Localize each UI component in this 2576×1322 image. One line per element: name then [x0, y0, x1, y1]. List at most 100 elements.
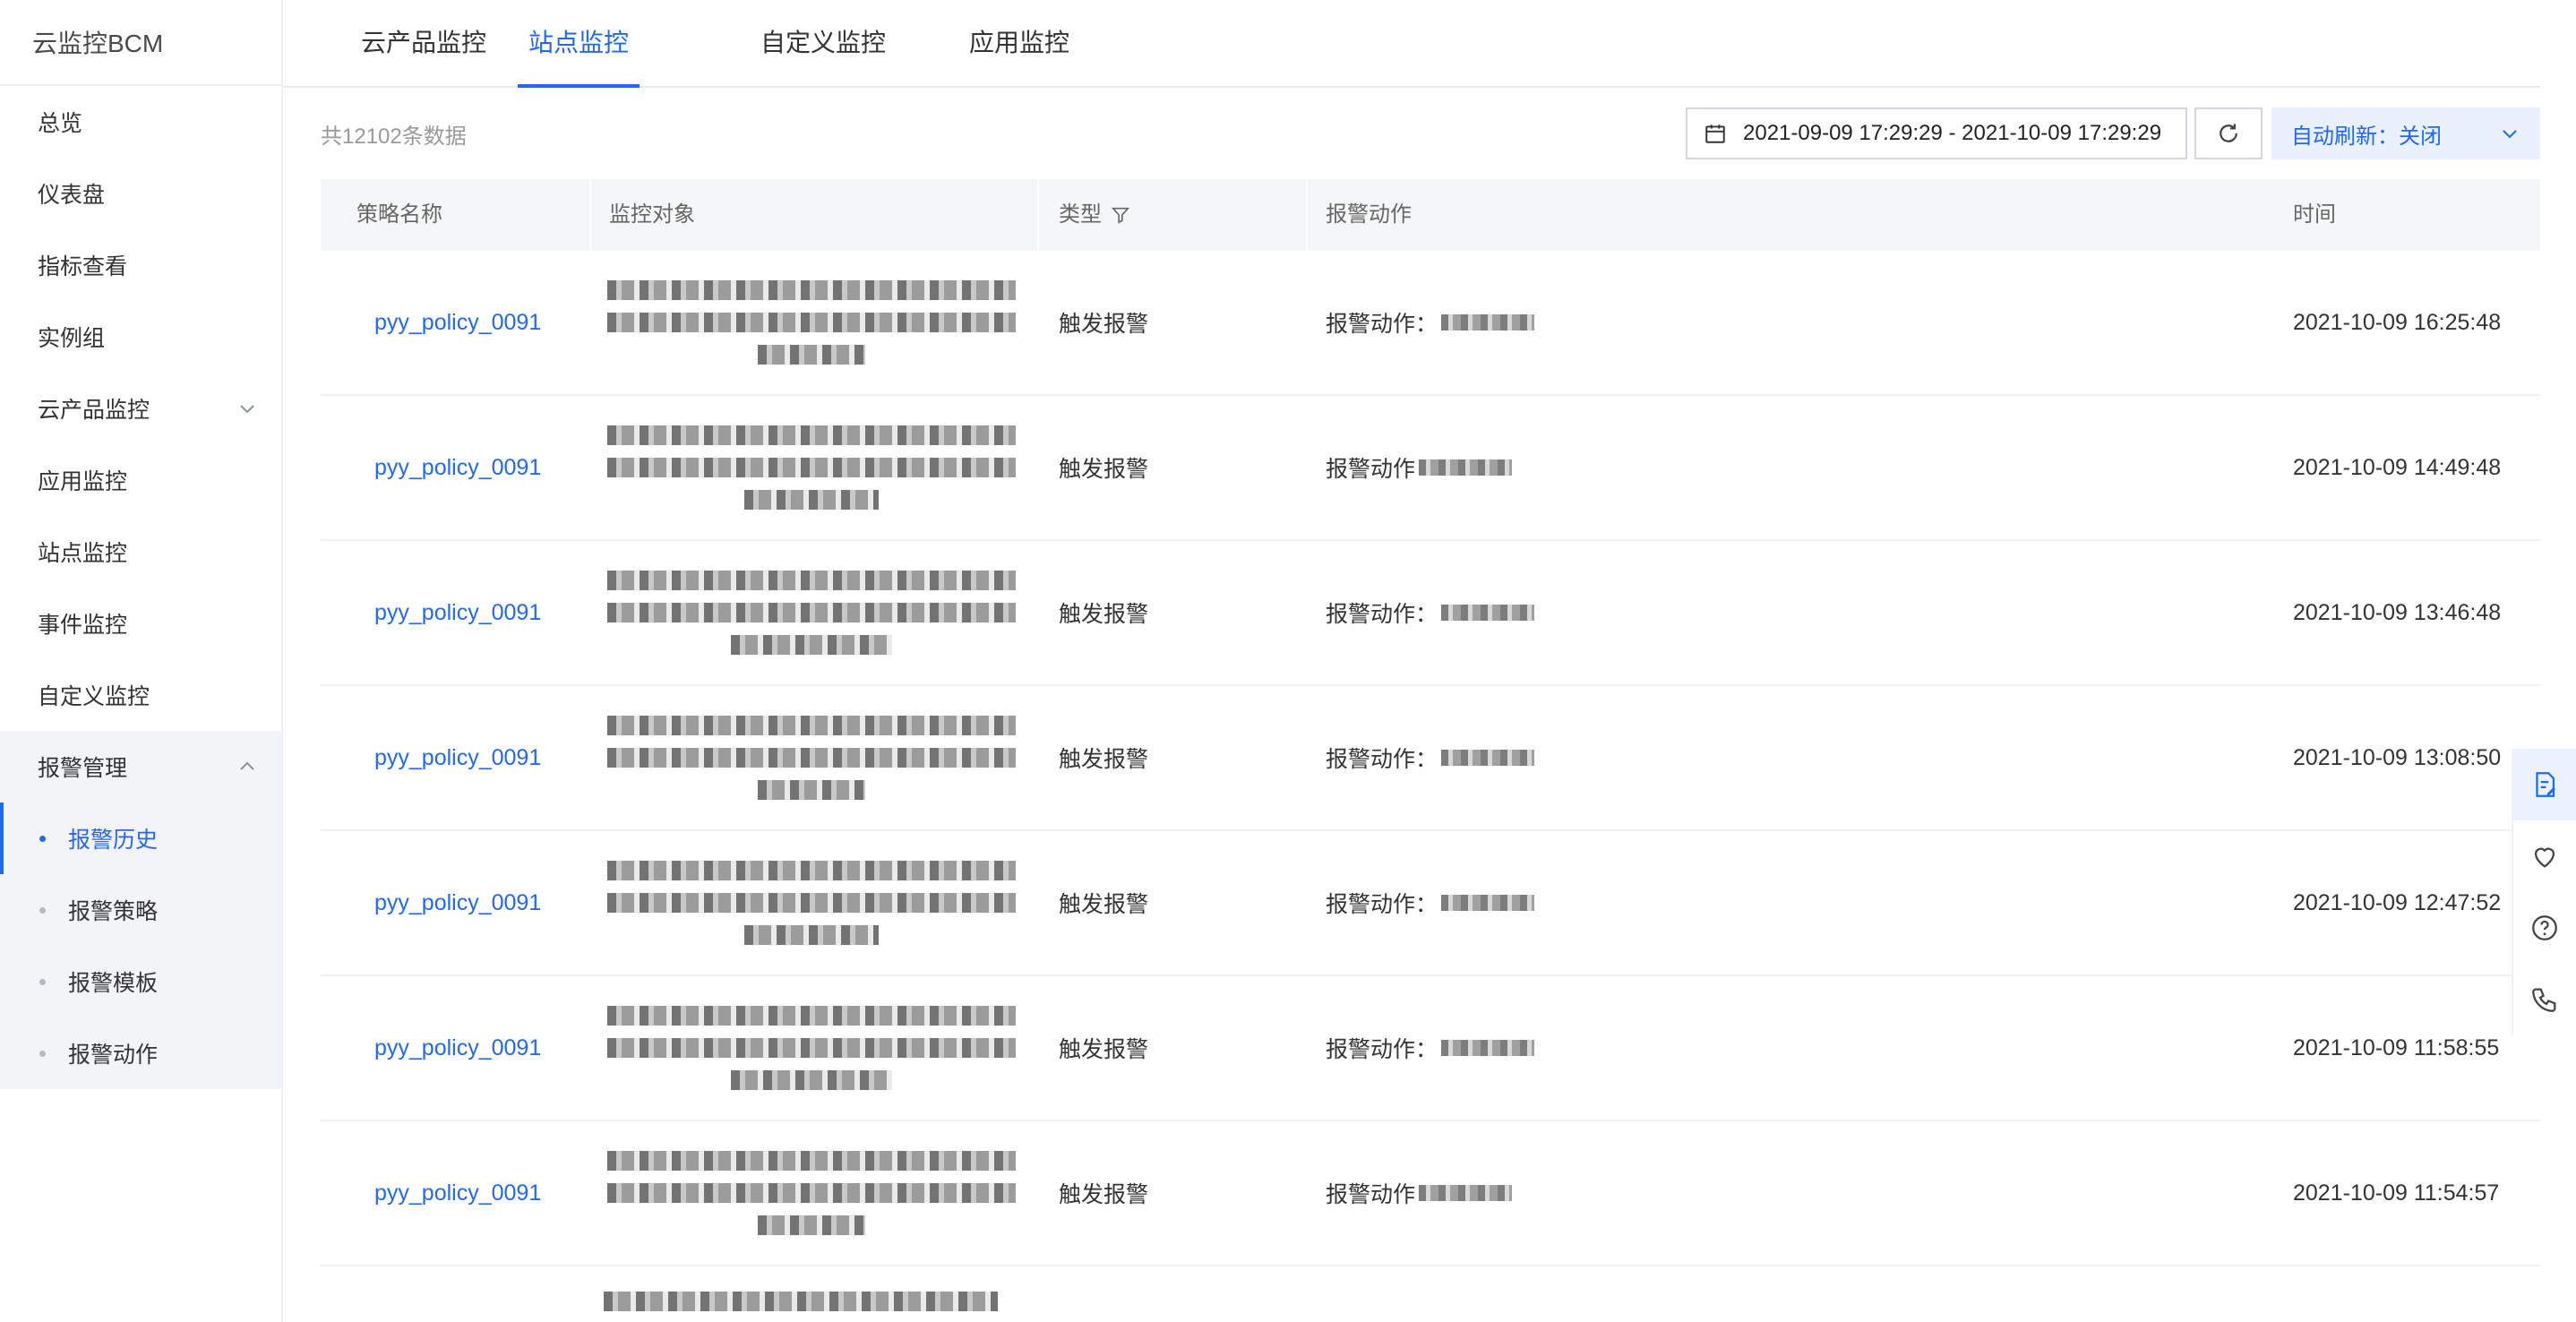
sidebar-subitem-alarm-template[interactable]: 报警模板	[0, 946, 281, 1017]
time-cell: 2021-10-09 12:47:52	[2293, 889, 2502, 915]
policy-link[interactable]: pyy_policy_0091	[374, 251, 541, 394]
feedback-button[interactable]	[2513, 749, 2576, 820]
sidebar-item-dashboard[interactable]: 仪表盘	[0, 158, 281, 229]
redacted-text	[1441, 750, 1535, 766]
floating-toolbar	[2512, 749, 2576, 1035]
sidebar-item-metrics[interactable]: 指标查看	[0, 229, 281, 301]
monitor-target	[605, 1121, 1018, 1265]
redacted-text	[607, 603, 1016, 622]
tab-custom-monitor[interactable]: 自定义监控	[747, 0, 899, 86]
sidebar-item-app-monitor[interactable]: 应用监控	[0, 444, 281, 516]
tab-bar: 云产品监控 站点监控 自定义监控 应用监控	[283, 0, 2540, 88]
redacted-text	[607, 313, 1016, 332]
bullet-dot	[39, 907, 46, 914]
tab-app-monitor[interactable]: 应用监控	[957, 0, 1082, 86]
redacted-text	[758, 345, 865, 365]
sidebar-item-label: 指标查看	[38, 254, 128, 279]
action-cell: 报警动作：	[1326, 251, 1535, 394]
column-header-time: 时间	[2293, 202, 2336, 227]
sidebar-item-label: 应用监控	[38, 469, 128, 494]
table-header: 策略名称 监控对象 类型 报警动作 时间	[321, 179, 2558, 251]
action-label: 报警动作	[1326, 457, 1416, 482]
sidebar-item-overview[interactable]: 总览	[0, 86, 281, 158]
policy-link[interactable]: pyy_policy_0091	[374, 396, 541, 539]
policy-link[interactable]: pyy_policy_0091	[374, 1121, 541, 1265]
sidebar-item-label: 实例组	[38, 326, 106, 351]
sidebar-subitem-alarm-policy[interactable]: 报警策略	[0, 874, 281, 946]
sidebar-item-label: 报警动作	[68, 1043, 159, 1068]
sidebar-subitem-alarm-action[interactable]: 报警动作	[0, 1017, 281, 1089]
table-row: pyy_policy_0091 触发报警 报警动作 2021-10-09 14:…	[321, 396, 2540, 541]
policy-link[interactable]: pyy_policy_0091	[374, 541, 541, 684]
sidebar-item-label: 云产品监控	[38, 398, 150, 423]
type-cell: 触发报警	[1059, 892, 1149, 917]
action-cell: 报警动作：	[1326, 831, 1535, 974]
action-cell: 报警动作：	[1326, 976, 1535, 1120]
time-cell: 2021-10-09 11:54:57	[2293, 1180, 2500, 1206]
time-cell: 2021-10-09 13:46:48	[2293, 599, 2502, 625]
redacted-text	[607, 280, 1016, 300]
action-cell: 报警动作	[1326, 396, 1513, 539]
chevron-down-icon	[240, 405, 254, 414]
policy-link[interactable]: pyy_policy_0091	[374, 831, 541, 974]
type-cell: 触发报警	[1059, 1182, 1149, 1207]
date-range-picker[interactable]: 2021-09-09 17:29:29 - 2021-10-09 17:29:2…	[1686, 107, 2187, 159]
policy-link[interactable]: pyy_policy_0091	[374, 686, 541, 829]
redacted-text	[607, 748, 1016, 768]
sidebar-item-label: 仪表盘	[38, 183, 106, 208]
phone-icon	[2532, 988, 2556, 1012]
sidebar-item-label: 总览	[38, 111, 83, 136]
auto-refresh-select[interactable]: 自动刷新：关闭	[2271, 107, 2540, 159]
time-cell: 2021-10-09 11:58:55	[2293, 1034, 2500, 1060]
filter-icon[interactable]	[1111, 205, 1130, 225]
chevron-down-icon	[2503, 130, 2517, 139]
bullet-dot	[39, 979, 46, 985]
redacted-text	[744, 925, 879, 945]
column-divider	[2556, 179, 2558, 251]
action-label: 报警动作：	[1326, 312, 1438, 337]
sidebar-item-event-monitor[interactable]: 事件监控	[0, 588, 281, 659]
bullet-dot	[39, 836, 46, 842]
action-label: 报警动作	[1326, 1182, 1416, 1207]
sidebar-item-custom-monitor[interactable]: 自定义监控	[0, 659, 281, 731]
monitor-target	[605, 251, 1018, 394]
redacted-text	[1419, 1185, 1513, 1201]
sidebar-item-cloud-product[interactable]: 云产品监控	[0, 373, 281, 444]
type-cell: 触发报警	[1059, 747, 1149, 772]
sidebar-subitem-alarm-history[interactable]: 报警历史	[0, 803, 281, 874]
column-divider	[1037, 179, 1039, 251]
sidebar-item-alarm-management[interactable]: 报警管理	[0, 731, 281, 803]
redacted-text	[1441, 605, 1535, 621]
table-row: pyy_policy_0091 触发报警 报警动作： 2021-10-09 16…	[321, 251, 2540, 396]
alarm-management-group: 报警管理 报警历史 报警策略 报警模板 报警动作	[0, 731, 281, 1089]
sidebar-item-label: 报警管理	[38, 756, 128, 781]
date-range-text: 2021-09-09 17:29:29 - 2021-10-09 17:29:2…	[1743, 121, 2162, 145]
table-row: pyy_policy_0091 触发报警 报警动作： 2021-10-09 12…	[321, 831, 2540, 976]
redacted-text	[731, 1070, 892, 1090]
type-cell: 触发报警	[1059, 1037, 1149, 1062]
redacted-text	[607, 1038, 1016, 1058]
phone-button[interactable]	[2513, 964, 2576, 1035]
help-button[interactable]	[2513, 892, 2576, 964]
redacted-text	[607, 1151, 1016, 1171]
monitor-target	[605, 831, 1018, 974]
refresh-button[interactable]	[2194, 107, 2263, 159]
policy-link[interactable]: pyy_policy_0091	[374, 976, 541, 1120]
redacted-text	[758, 1215, 865, 1235]
action-label: 报警动作：	[1326, 1037, 1438, 1062]
column-divider	[589, 179, 591, 251]
table-row-partial	[604, 1292, 1016, 1311]
favorite-button[interactable]	[2513, 820, 2576, 892]
redacted-text	[758, 780, 865, 800]
table-row: pyy_policy_0091 触发报警 报警动作： 2021-10-09 13…	[321, 541, 2540, 686]
sidebar-item-site-monitor[interactable]: 站点监控	[0, 516, 281, 588]
tab-site-monitor[interactable]: 站点监控	[518, 0, 640, 88]
sidebar-item-instance-group[interactable]: 实例组	[0, 301, 281, 373]
redacted-text	[607, 893, 1016, 913]
sidebar-item-label: 自定义监控	[38, 684, 150, 709]
table-body: pyy_policy_0091 触发报警 报警动作： 2021-10-09 16…	[321, 251, 2540, 1266]
tab-cloud-product[interactable]: 云产品监控	[356, 0, 491, 86]
chevron-up-icon	[240, 761, 254, 770]
redacted-text	[607, 716, 1016, 735]
action-label: 报警动作：	[1326, 892, 1438, 917]
